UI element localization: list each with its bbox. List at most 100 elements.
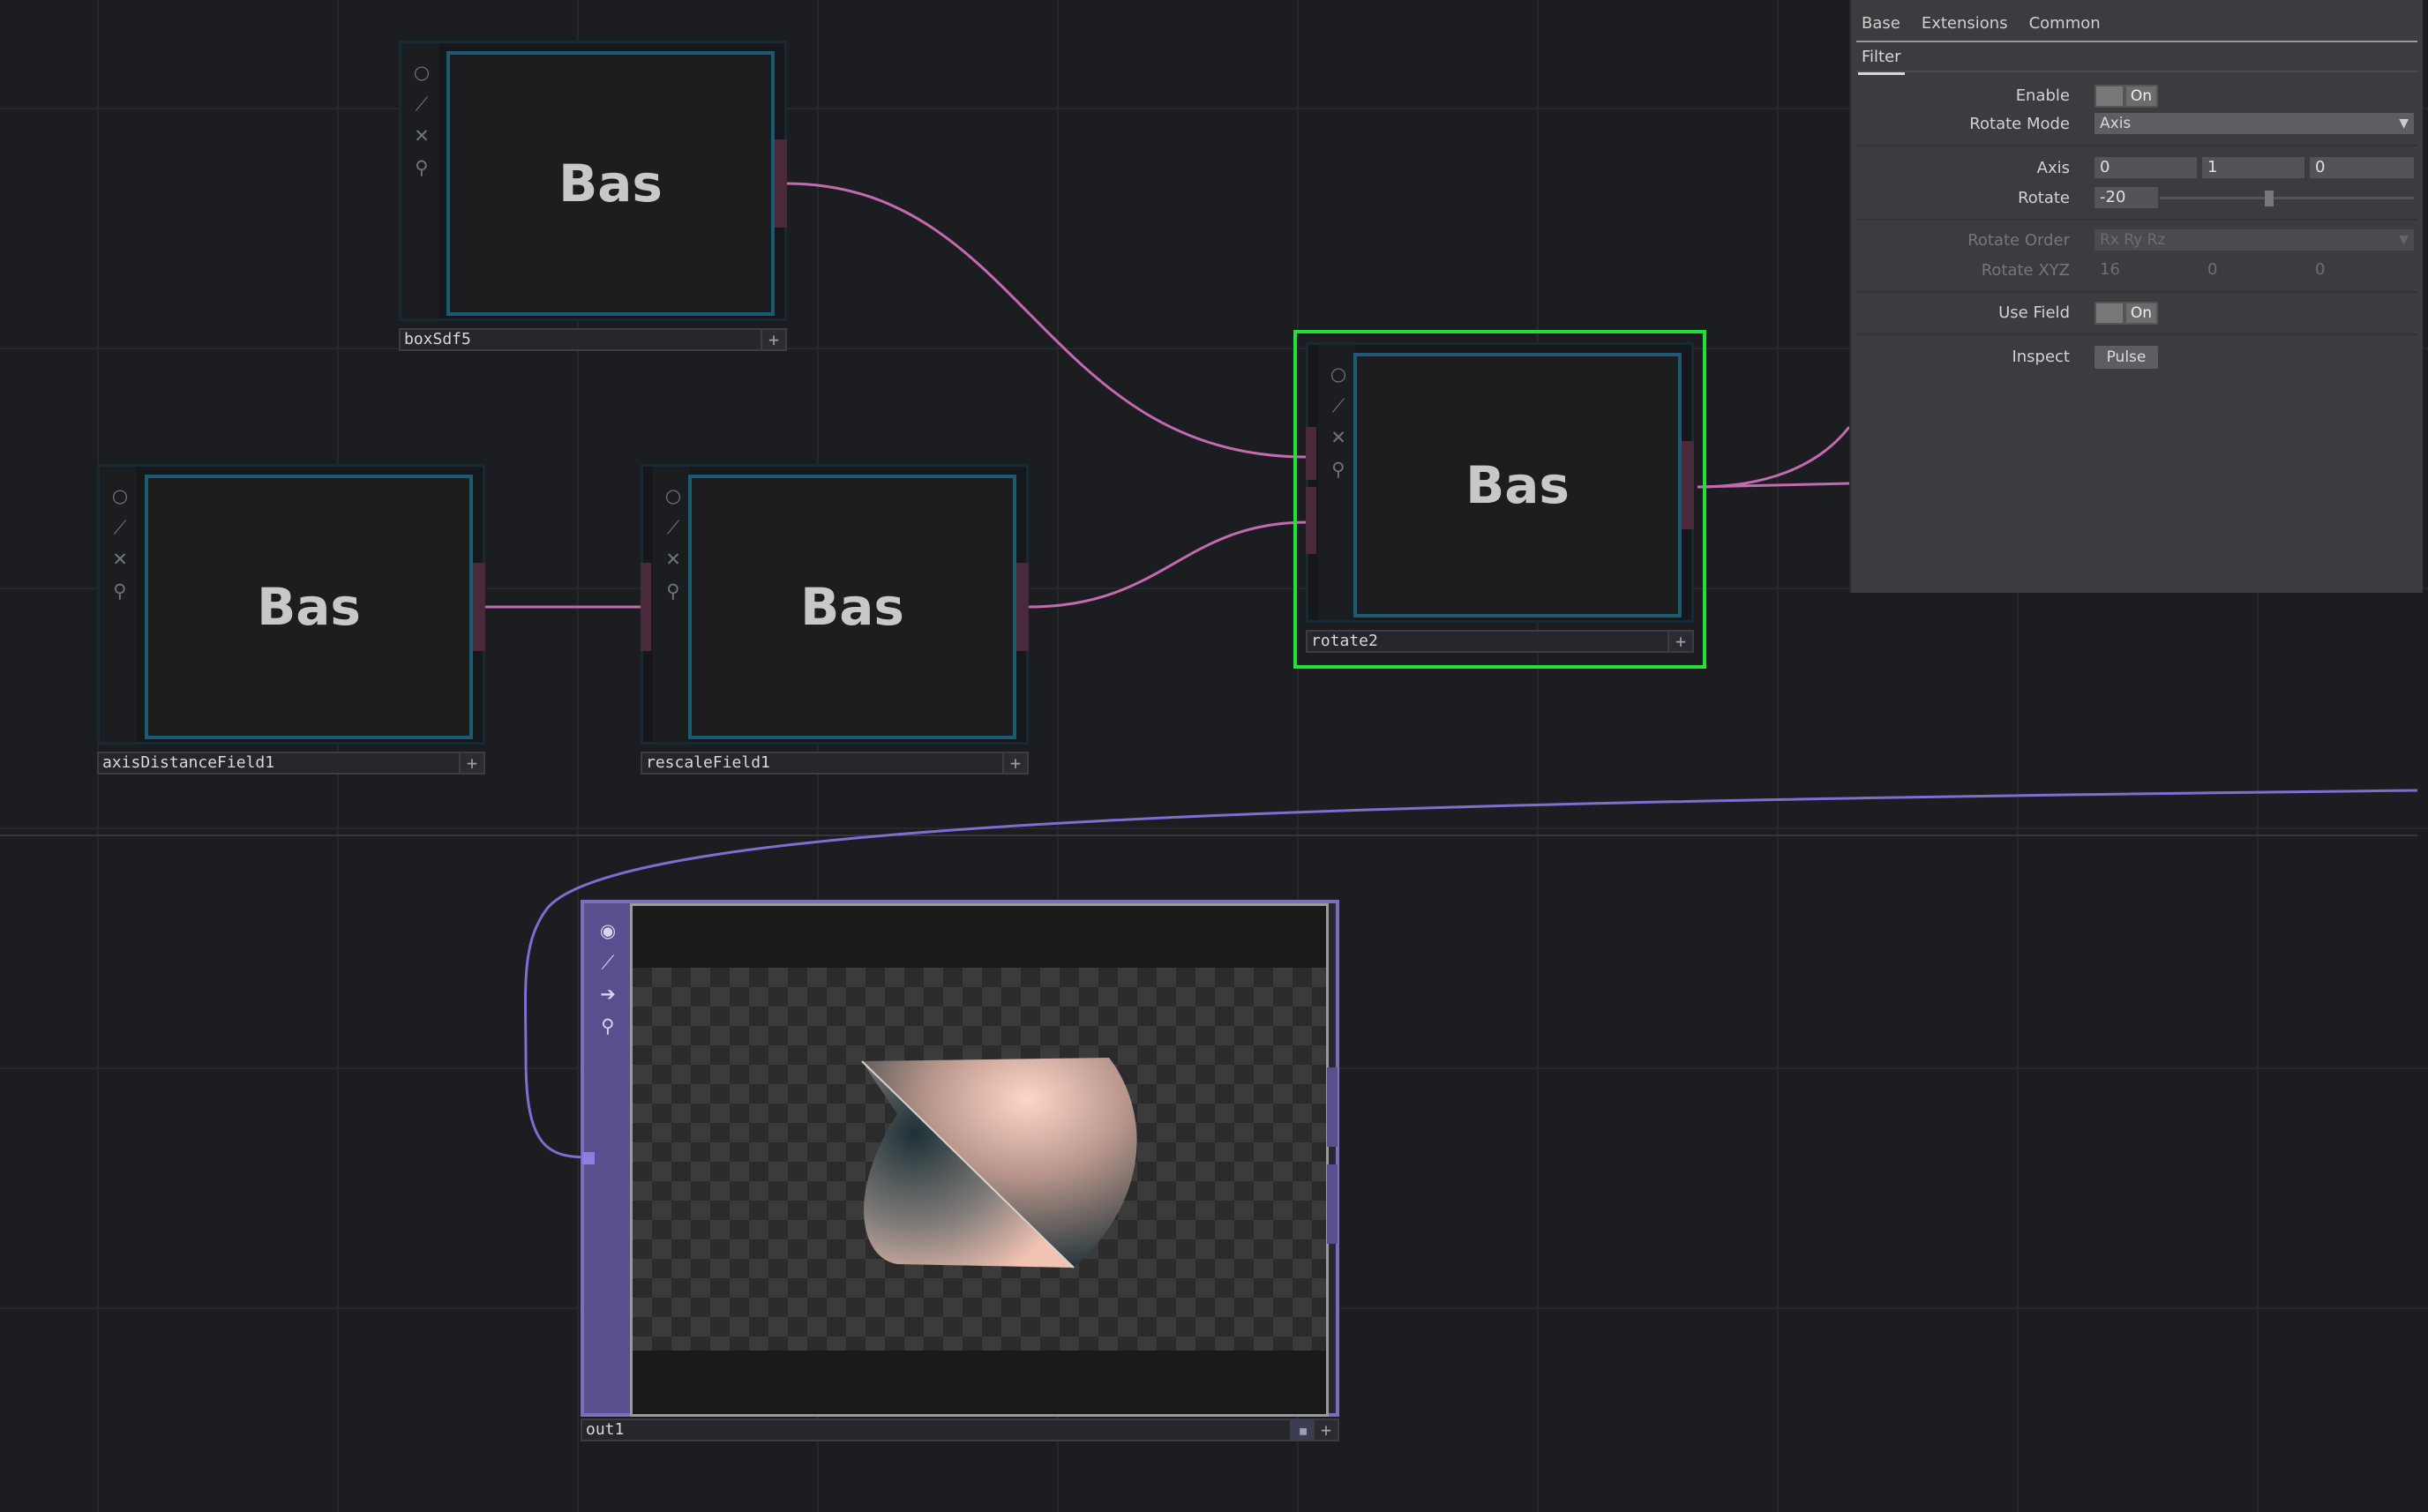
rotate-slider[interactable] <box>2160 197 2414 199</box>
node-axisdistancefield1[interactable]: ○ ⟋ ✕ ⚲ Bas axisDistanceField1 + <box>97 464 485 778</box>
close-icon[interactable]: ✕ <box>660 546 686 573</box>
tab-extensions[interactable]: Extensions <box>1922 14 2008 33</box>
circle-icon[interactable]: ○ <box>1325 361 1352 387</box>
param-inspect: Inspect Pulse <box>1851 344 2423 371</box>
wand-icon[interactable]: ⟋ <box>660 514 686 541</box>
close-icon[interactable]: ✕ <box>107 546 133 573</box>
node-name: boxSdf5 <box>404 330 471 348</box>
param-separator <box>1856 219 2417 221</box>
panel-tabs: Base Extensions Common <box>1862 14 2101 33</box>
output-connector[interactable] <box>775 139 787 228</box>
node-name: rotate2 <box>1311 632 1378 650</box>
wand-icon[interactable]: ⟋ <box>408 91 435 117</box>
output-connector[interactable] <box>1682 441 1694 529</box>
param-label: Rotate Mode <box>1969 115 2070 133</box>
node-name-bar[interactable]: rescaleField1 + <box>641 752 1029 775</box>
page-divider <box>1856 71 2417 72</box>
node-viewer: Bas <box>145 475 473 739</box>
axis-y-field[interactable]: 1 <box>2202 157 2304 178</box>
node-name-bar[interactable]: out1 ▪ + <box>581 1418 1339 1441</box>
toggle-value: On <box>2126 303 2156 323</box>
tab-common[interactable]: Common <box>2029 14 2101 33</box>
output-connector[interactable] <box>1327 1164 1338 1244</box>
node-viewer: Bas <box>688 475 1016 739</box>
node-name-bar[interactable]: axisDistanceField1 + <box>97 752 485 775</box>
link-icon[interactable]: ⚲ <box>595 1013 621 1039</box>
node-viewer: Bas <box>1353 353 1682 618</box>
chevron-down-icon: ▼ <box>2399 116 2409 131</box>
circle-icon[interactable]: ◉ <box>595 917 621 944</box>
rotate-z-field[interactable]: 0 <box>2310 259 2414 281</box>
toggle-knob <box>2096 86 2123 106</box>
use-field-toggle[interactable]: On <box>2095 302 2158 325</box>
output-connector[interactable] <box>1016 563 1029 651</box>
param-enable: Enable On <box>1851 83 2423 109</box>
tab-divider <box>1856 41 2417 42</box>
wand-icon[interactable]: ⟋ <box>595 949 621 976</box>
node-rotate2[interactable]: ○ ⟋ ✕ ⚲ Bas rotate2 + <box>1306 342 1694 656</box>
node-name-bar[interactable]: rotate2 + <box>1306 630 1694 653</box>
param-rotate: Rotate -20 <box>1851 185 2423 212</box>
circle-icon[interactable]: ○ <box>660 483 686 509</box>
param-label: Axis <box>2036 159 2070 177</box>
chevron-down-icon: ▼ <box>2399 233 2409 247</box>
add-icon[interactable]: + <box>459 753 483 773</box>
circle-icon[interactable]: ○ <box>107 483 133 509</box>
circle-icon[interactable]: ○ <box>408 59 435 86</box>
node-name: out1 <box>586 1420 625 1439</box>
rotate-x-field[interactable]: 16 <box>2095 259 2197 281</box>
link-icon[interactable]: ⚲ <box>1325 456 1352 483</box>
wand-icon[interactable]: ⟋ <box>1325 393 1352 419</box>
node-flags: ○ ⟋ ✕ ⚲ <box>653 467 690 742</box>
node-out1[interactable]: ◉ ⟋ ➔ ⚲ out1 ▪ + <box>581 900 1339 1441</box>
node-boxsdf5[interactable]: ○ ⟋ ✕ ⚲ Bas boxSdf5 + <box>399 41 787 355</box>
arrow-right-icon[interactable]: ➔ <box>595 981 621 1007</box>
rotate-order-dropdown[interactable]: Rx Ry Rz ▼ <box>2095 229 2414 251</box>
axis-z-field[interactable]: 0 <box>2310 157 2414 178</box>
wire-boxsdf5-to-rotate2 <box>784 182 1308 459</box>
close-icon[interactable]: ✕ <box>1325 424 1352 451</box>
enable-toggle[interactable]: On <box>2095 85 2158 108</box>
link-icon[interactable]: ⚲ <box>660 578 686 604</box>
node-name-bar[interactable]: boxSdf5 + <box>399 328 787 351</box>
rotate-mode-dropdown[interactable]: Axis ▼ <box>2095 113 2414 134</box>
rotate-y-field[interactable]: 0 <box>2202 259 2304 281</box>
add-icon[interactable]: + <box>1002 753 1027 773</box>
inspect-pulse-button[interactable]: Pulse <box>2095 346 2158 369</box>
network-divider <box>0 835 2417 836</box>
output-connector[interactable] <box>1327 1067 1338 1147</box>
rotate-slider-handle[interactable] <box>2264 191 2274 206</box>
link-icon[interactable]: ⚲ <box>408 154 435 181</box>
toggle-knob <box>2096 303 2123 323</box>
tab-base[interactable]: Base <box>1862 14 1900 33</box>
node-viewer: Bas <box>446 51 775 316</box>
param-label: Rotate <box>2018 189 2070 207</box>
node-flags: ○ ⟋ ✕ ⚲ <box>100 467 137 742</box>
add-icon[interactable]: + <box>761 330 785 349</box>
param-rotate-mode: Rotate Mode Axis ▼ <box>1851 111 2423 138</box>
input-connector[interactable] <box>641 563 651 651</box>
input-connector[interactable] <box>1306 427 1316 480</box>
param-separator <box>1856 145 2417 146</box>
param-separator <box>1856 333 2417 335</box>
dropdown-value: Axis <box>2100 115 2132 132</box>
param-separator <box>1856 291 2417 293</box>
close-icon[interactable]: ✕ <box>408 123 435 149</box>
rotate-field[interactable]: -20 <box>2095 187 2158 208</box>
display-icon[interactable]: ▪ <box>1290 1420 1315 1440</box>
output-connector[interactable] <box>473 563 485 651</box>
add-icon[interactable]: + <box>1667 632 1692 651</box>
wand-icon[interactable]: ⟋ <box>107 514 133 541</box>
wire-rescale-to-rotate2 <box>1028 520 1308 609</box>
param-rotate-xyz: Rotate XYZ 16 0 0 <box>1851 258 2423 284</box>
input-connector[interactable] <box>582 1152 595 1164</box>
param-label: Rotate Order <box>1967 231 2070 250</box>
input-connector[interactable] <box>1306 487 1316 554</box>
node-rescalefield1[interactable]: ○ ⟋ ✕ ⚲ Bas rescaleField1 + <box>641 464 1029 778</box>
param-rotate-order: Rotate Order Rx Ry Rz ▼ <box>1851 228 2423 254</box>
tab-filter[interactable]: Filter <box>1858 48 1905 75</box>
link-icon[interactable]: ⚲ <box>107 578 133 604</box>
axis-x-field[interactable]: 0 <box>2095 157 2197 178</box>
add-icon[interactable]: + <box>1313 1420 1338 1440</box>
dropdown-value: Rx Ry Rz <box>2100 231 2166 249</box>
